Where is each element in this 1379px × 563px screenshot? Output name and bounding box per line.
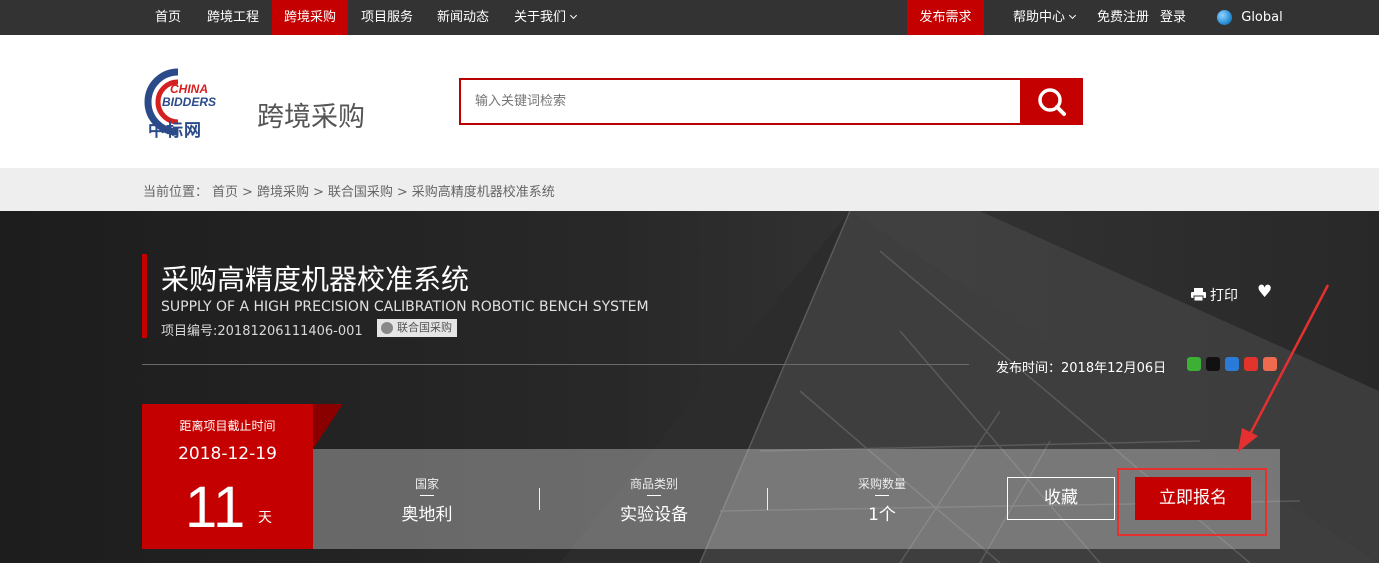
- deadline-box: 距离项目截止时间 2018-12-19 11 天: [142, 404, 313, 549]
- info-quantity-value: 1个: [868, 505, 896, 525]
- search-box: [459, 78, 1022, 125]
- logo-line1: CHINA: [170, 82, 208, 96]
- publish-time: 发布时间：2018年12月06日: [996, 361, 1167, 376]
- search-button[interactable]: [1020, 78, 1083, 125]
- breadcrumb-un-procurement[interactable]: 联合国采购: [328, 185, 393, 200]
- deadline-date: 2018-12-19: [178, 444, 277, 464]
- nav-about-us[interactable]: 关于我们: [502, 0, 588, 35]
- breadcrumb-home[interactable]: 首页: [212, 185, 238, 200]
- global-site-link[interactable]: Global: [1238, 0, 1286, 35]
- breadcrumb-separator: >: [396, 185, 408, 200]
- search-icon: [1038, 88, 1066, 116]
- info-underline: [420, 495, 434, 496]
- info-separator: [539, 488, 540, 510]
- deadline-days-remaining: 11: [185, 475, 246, 540]
- project-number: 项目编号:20181206111406-001: [161, 324, 363, 339]
- signup-now-button[interactable]: 立即报名: [1135, 477, 1251, 520]
- breadcrumb-prefix: 当前位置：: [143, 185, 209, 200]
- globe-icon: [1217, 10, 1232, 25]
- breadcrumb-current: 采购高精度机器校准系统: [411, 185, 555, 200]
- deadline-label: 距离项目截止时间: [179, 419, 276, 433]
- register-link[interactable]: 免费注册: [1094, 0, 1152, 35]
- info-country-value: 奥地利: [401, 505, 453, 525]
- nav-cross-border-engineering[interactable]: 跨境工程: [196, 0, 270, 35]
- info-country-key: 国家: [414, 477, 439, 491]
- deadline-fold-decoration: [313, 404, 343, 449]
- annotation-arrow-icon: [1238, 284, 1330, 452]
- logo-line2: BIDDERS: [162, 95, 216, 109]
- wechat-share-icon[interactable]: [1187, 357, 1201, 371]
- info-category: 商品类别 实验设备: [604, 475, 704, 525]
- top-navigation-bar: 首页 跨境工程 跨境采购 项目服务 新闻动态 关于我们 发布需求 帮助中心 免费…: [0, 0, 1379, 35]
- title-accent-bar: [142, 254, 147, 338]
- info-category-value: 实验设备: [620, 505, 688, 525]
- info-underline: [647, 495, 661, 496]
- nav-project-services[interactable]: 项目服务: [350, 0, 424, 35]
- info-category-key: 商品类别: [629, 477, 678, 491]
- section-title: 跨境采购: [257, 102, 365, 133]
- nav-home[interactable]: 首页: [143, 0, 193, 35]
- info-underline: [875, 495, 889, 496]
- chevron-down-icon: [569, 11, 578, 20]
- info-separator: [767, 488, 768, 510]
- info-quantity-key: 采购数量: [857, 477, 906, 491]
- logo-chinese-text: 中标网: [148, 121, 202, 141]
- info-country: 国家 奥地利: [387, 475, 467, 525]
- breadcrumb-separator: >: [242, 185, 253, 200]
- breadcrumb-procurement[interactable]: 跨境采购: [257, 185, 309, 200]
- login-link[interactable]: 登录: [1156, 0, 1190, 35]
- info-quantity: 采购数量 1个: [842, 475, 922, 525]
- nav-about-us-label: 关于我们: [513, 10, 566, 25]
- publish-demand-button[interactable]: 发布需求: [907, 0, 984, 35]
- nav-help-center[interactable]: 帮助中心: [1004, 0, 1084, 35]
- project-subtitle: SUPPLY OF A HIGH PRECISION CALIBRATION R…: [161, 299, 649, 315]
- breadcrumb-separator: >: [312, 185, 324, 200]
- un-logo-icon: [381, 322, 393, 334]
- qq-share-icon[interactable]: [1206, 357, 1220, 371]
- nav-news[interactable]: 新闻动态: [426, 0, 500, 35]
- hero-divider: [142, 364, 969, 365]
- printer-icon: [1191, 288, 1206, 302]
- tag-label: 联合国采购: [397, 321, 452, 334]
- breadcrumb: 当前位置： 首页 > 跨境采购 > 联合国采购 > 采购高精度机器校准系统: [143, 181, 559, 200]
- chevron-down-icon: [1068, 11, 1077, 20]
- search-input[interactable]: [461, 80, 1020, 123]
- project-title: 采购高精度机器校准系统: [161, 263, 470, 296]
- procurement-type-tag: 联合国采购: [377, 319, 457, 337]
- deadline-days-unit: 天: [258, 510, 272, 526]
- nav-help-label: 帮助中心: [1012, 10, 1065, 25]
- nav-cross-border-procurement[interactable]: 跨境采购: [272, 0, 348, 35]
- favorite-button[interactable]: 收藏: [1007, 477, 1115, 520]
